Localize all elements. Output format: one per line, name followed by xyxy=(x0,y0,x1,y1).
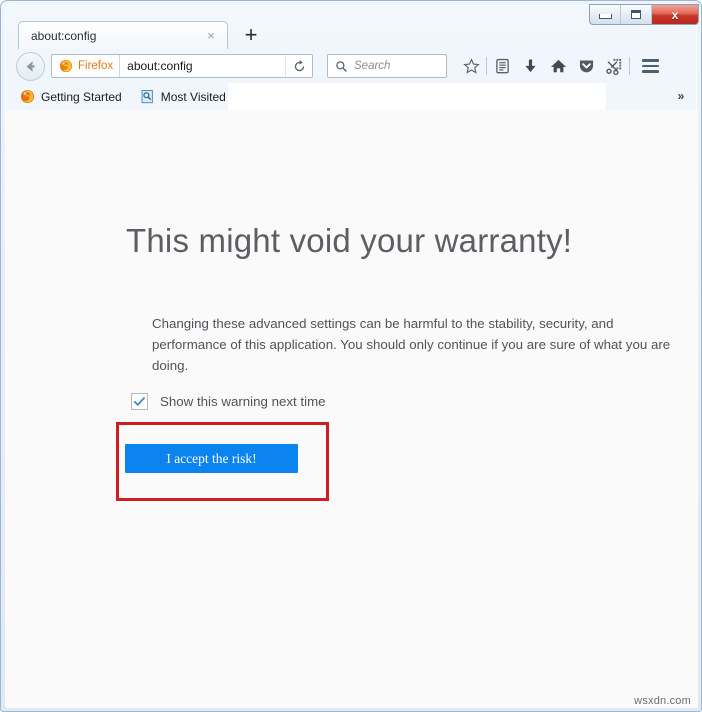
bookmarks-overflow-chevron-icon[interactable]: » xyxy=(672,87,690,105)
maximize-icon xyxy=(631,10,641,19)
tab-title: about:config xyxy=(31,28,97,43)
search-input[interactable]: Search xyxy=(354,60,390,72)
url-bar[interactable]: Firefox about:config xyxy=(51,54,313,78)
url-text[interactable]: about:config xyxy=(127,59,285,73)
back-arrow-icon xyxy=(26,60,35,72)
app-menu-button[interactable] xyxy=(635,53,665,79)
bookmark-label: Most Visited xyxy=(160,89,226,104)
most-visited-icon xyxy=(141,90,153,104)
browser-window: x about:config × + Firefox about:config … xyxy=(0,0,702,712)
content-area: This might void your warranty! Changing … xyxy=(6,110,698,708)
search-icon xyxy=(336,60,347,72)
home-button[interactable] xyxy=(544,53,572,79)
show-warning-checkbox-label: Show this warning next time xyxy=(160,394,326,409)
search-bar[interactable]: Search xyxy=(327,54,447,78)
identity-label: Firefox xyxy=(78,60,114,72)
bookmark-star-icon xyxy=(462,57,480,74)
reload-icon xyxy=(294,59,304,71)
toolbar-separator-2 xyxy=(629,57,630,75)
firefox-icon xyxy=(20,89,35,104)
pocket-icon xyxy=(579,60,593,73)
page-body-text: Changing these advanced settings can be … xyxy=(152,316,671,373)
watermark: wsxdn.com xyxy=(634,695,691,707)
tab-about-config[interactable]: about:config × xyxy=(18,21,228,49)
accept-risk-button[interactable]: I accept the risk! xyxy=(125,444,298,473)
home-icon xyxy=(550,59,566,73)
clip-button[interactable] xyxy=(600,53,628,79)
firefox-icon xyxy=(59,59,73,73)
hamburger-icon-line-3 xyxy=(641,70,659,73)
toolbar-icons xyxy=(457,53,665,79)
page-title: This might void your warranty! xyxy=(126,222,573,259)
new-tab-button[interactable]: + xyxy=(238,23,264,47)
library-icon xyxy=(495,58,509,74)
bookmarks-empty-area xyxy=(228,83,606,110)
accept-risk-button-label: I accept the risk! xyxy=(166,450,257,466)
tab-close-icon[interactable]: × xyxy=(204,28,218,43)
show-warning-checkbox-row[interactable]: Show this warning next time xyxy=(131,393,326,410)
back-button[interactable] xyxy=(16,51,45,81)
reload-button[interactable] xyxy=(285,55,312,77)
clip-scissors-icon xyxy=(605,58,621,75)
navigation-toolbar: Firefox about:config Search xyxy=(6,49,698,83)
bookmark-getting-started[interactable]: Getting Started xyxy=(16,87,126,106)
library-button[interactable] xyxy=(488,53,516,79)
bookmarks-toolbar: Getting Started Most Visited » xyxy=(6,83,698,110)
bookmark-label: Getting Started xyxy=(41,89,122,104)
plus-icon: + xyxy=(244,22,258,47)
titlebar[interactable]: x xyxy=(1,1,702,25)
about-config-warning-page: This might void your warranty! Changing … xyxy=(6,110,698,708)
identity-box[interactable]: Firefox xyxy=(52,55,121,77)
pocket-button[interactable] xyxy=(572,53,600,79)
hamburger-icon-line-2 xyxy=(641,64,659,68)
bookmark-most-visited[interactable]: Most Visited xyxy=(136,87,230,106)
toolbar-separator xyxy=(486,57,487,75)
show-warning-checkbox[interactable] xyxy=(131,393,148,410)
tab-strip: about:config × + xyxy=(6,19,698,49)
bookmark-star-button[interactable] xyxy=(457,53,485,79)
hamburger-icon-line-1 xyxy=(641,59,659,62)
checkmark-icon xyxy=(134,397,145,406)
downloads-button[interactable] xyxy=(516,53,544,79)
download-icon xyxy=(524,59,536,73)
